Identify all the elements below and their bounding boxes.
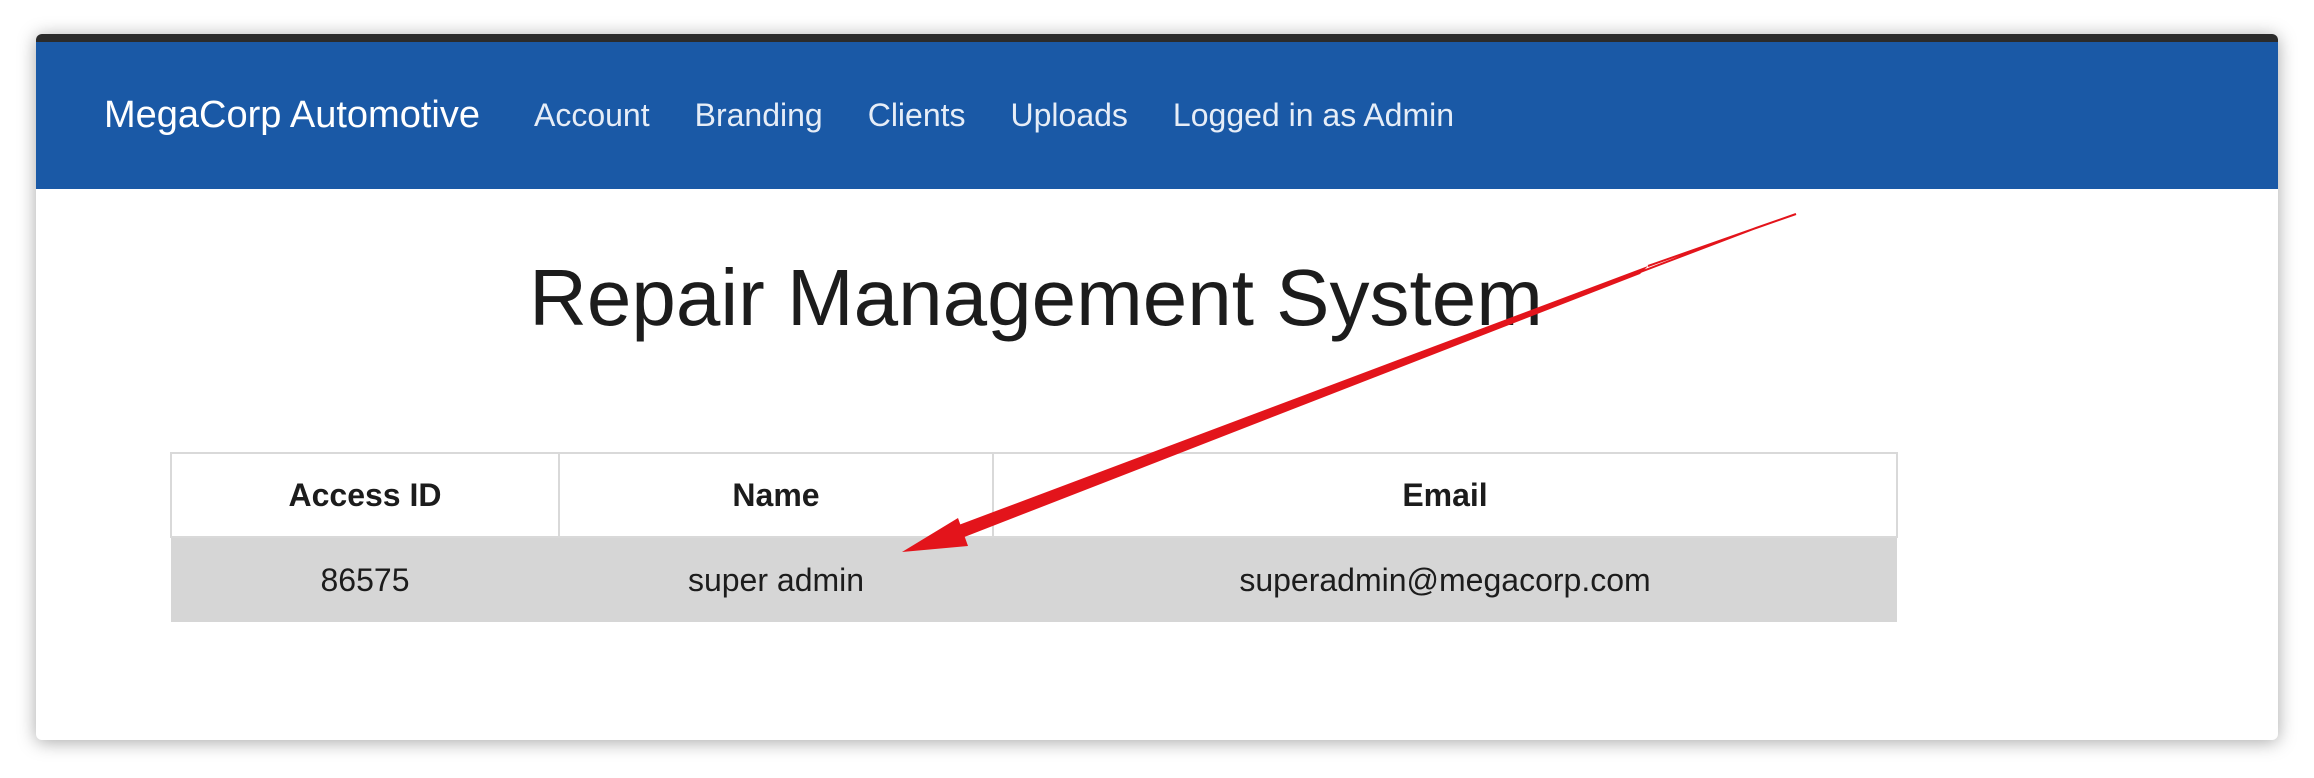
brand-link[interactable]: MegaCorp Automotive <box>104 94 480 137</box>
nav-link-uploads[interactable]: Uploads <box>1011 97 1128 134</box>
table-header-row: Access ID Name Email <box>170 452 1898 538</box>
cell-name: super admin <box>559 537 993 622</box>
page-title: Repair Management System <box>529 253 1543 342</box>
browser-window: MegaCorp Automotive Account Branding Cli… <box>36 34 2278 740</box>
users-table: Access ID Name Email 86575 super admin s… <box>170 452 1898 622</box>
header-access-id: Access ID <box>170 452 560 538</box>
top-navbar: MegaCorp Automotive Account Branding Cli… <box>36 42 2278 189</box>
cell-email: superadmin@megacorp.com <box>993 537 1897 622</box>
nav-link-account[interactable]: Account <box>534 97 650 134</box>
header-email: Email <box>992 452 1898 538</box>
cell-access-id: 86575 <box>171 537 559 622</box>
header-name: Name <box>558 452 994 538</box>
nav-link-clients[interactable]: Clients <box>868 97 966 134</box>
table-row[interactable]: 86575 super admin superadmin@megacorp.co… <box>171 537 1897 622</box>
nav-link-branding[interactable]: Branding <box>695 97 823 134</box>
window-top-edge <box>36 34 2278 42</box>
logged-in-status: Logged in as Admin <box>1172 97 1455 133</box>
nav-links: Account Branding Clients Uploads Logged … <box>534 97 1454 134</box>
